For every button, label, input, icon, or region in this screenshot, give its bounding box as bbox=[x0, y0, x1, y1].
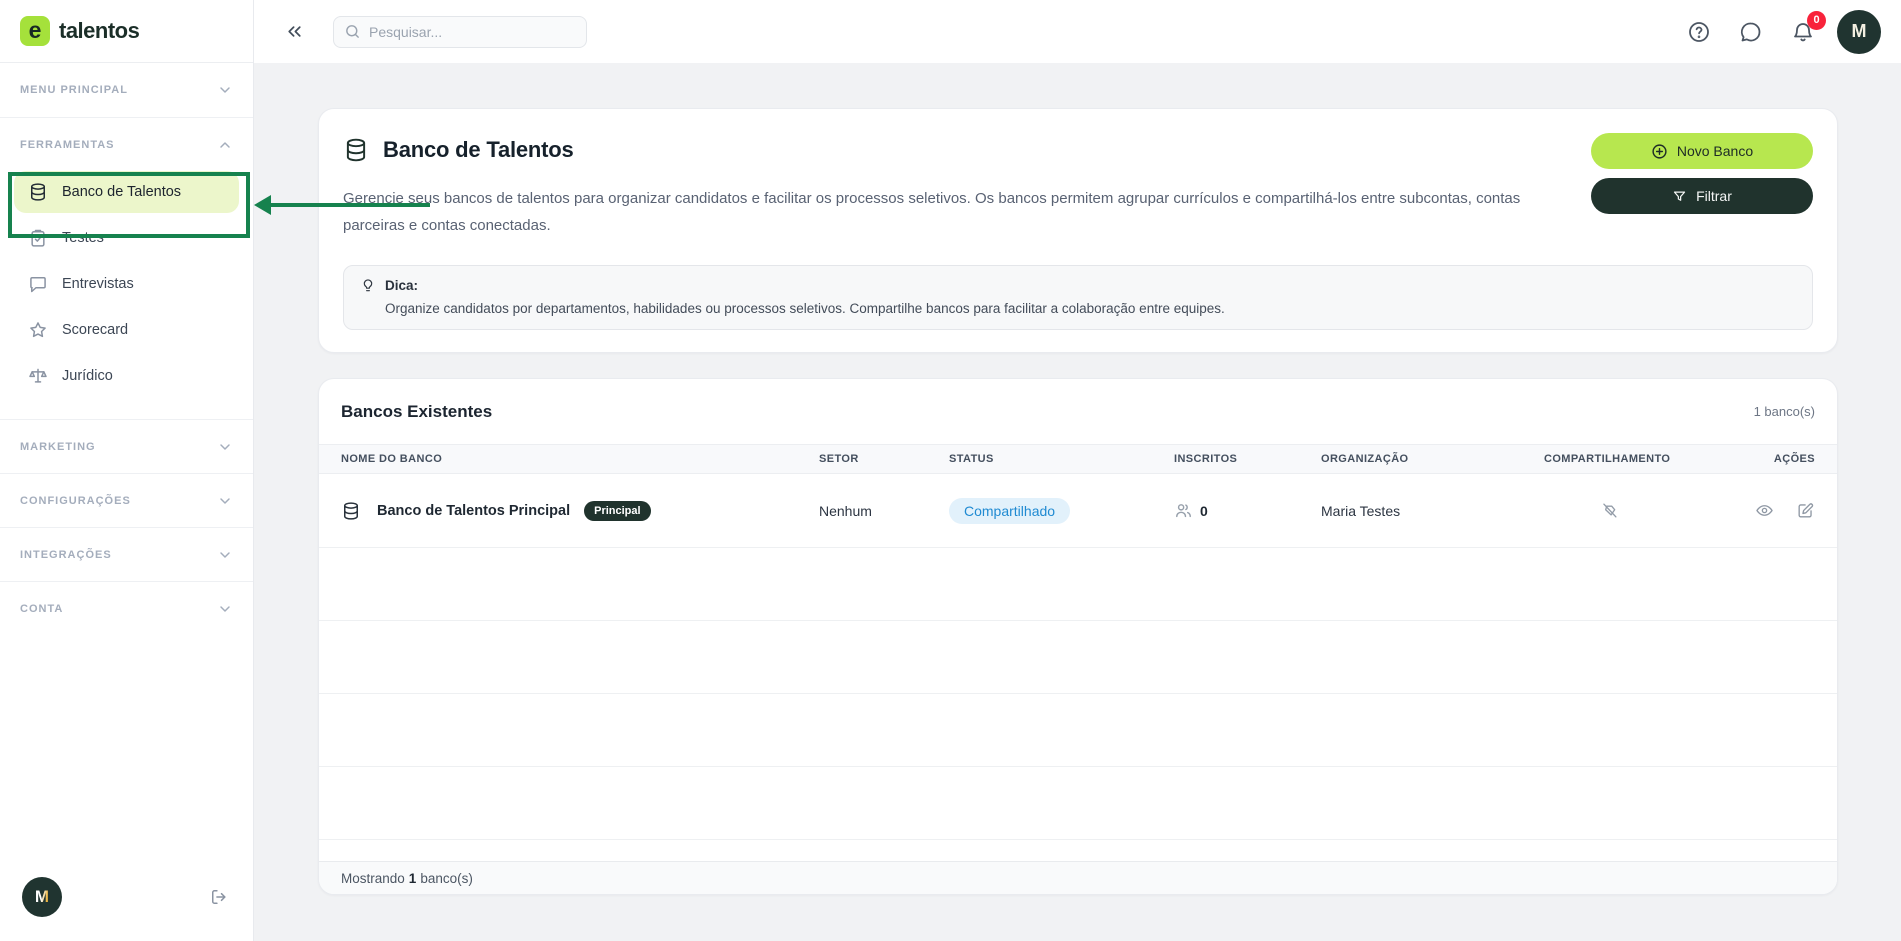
sidebar-item-label: Testes bbox=[62, 230, 104, 246]
chat-icon[interactable] bbox=[1739, 20, 1763, 44]
inscritos-count: 0 bbox=[1200, 502, 1208, 519]
table-footer: Mostrando 1 banco(s) bbox=[319, 861, 1837, 894]
tip-box: Dica: Organize candidatos por departamen… bbox=[343, 265, 1813, 330]
column-header: COMPARTILHAMENTO bbox=[1544, 453, 1671, 465]
sidebar-section-configuracoes[interactable]: CONFIGURAÇÕES bbox=[0, 473, 253, 527]
column-header: AÇÕES bbox=[1773, 453, 1815, 465]
chevron-down-icon bbox=[217, 82, 233, 98]
section-label: MENU PRINCIPAL bbox=[20, 84, 128, 96]
column-header: INSCRITOS bbox=[1174, 453, 1238, 465]
scales-icon bbox=[28, 366, 48, 386]
sidebar-item-scorecard[interactable]: Scorecard bbox=[14, 309, 239, 351]
sidebar-item-label: Banco de Talentos bbox=[62, 184, 182, 200]
sidebar-section-conta[interactable]: CONTA bbox=[0, 581, 253, 635]
chevron-up-icon bbox=[217, 137, 233, 153]
search-input[interactable] bbox=[369, 23, 576, 40]
section-label: INTEGRAÇÕES bbox=[20, 548, 112, 561]
brand-logo-icon: e bbox=[20, 16, 50, 46]
tip-text: Organize candidatos por departamentos, h… bbox=[385, 301, 1225, 316]
sidebar-item-label: Entrevistas bbox=[62, 276, 134, 292]
tip-title: Dica: bbox=[385, 277, 419, 293]
search-box bbox=[333, 15, 587, 48]
section-label: CONTA bbox=[20, 602, 64, 615]
help-icon[interactable] bbox=[1687, 20, 1711, 44]
principal-badge: Principal bbox=[584, 500, 651, 521]
bell-icon[interactable]: 0 bbox=[1791, 10, 1826, 44]
database-icon bbox=[343, 137, 369, 163]
table-row[interactable]: Banco de Talentos Principal Principal Ne… bbox=[319, 474, 1837, 548]
sidebar-item-testes[interactable]: Testes bbox=[14, 217, 239, 259]
table-empty-row bbox=[319, 548, 1837, 621]
database-icon bbox=[341, 501, 361, 521]
share-off-icon bbox=[1600, 501, 1619, 520]
lightbulb-icon bbox=[360, 277, 376, 293]
avatar-initial: M bbox=[34, 887, 50, 906]
sidebar-item-banco-de-talentos[interactable]: Banco de Talentos bbox=[14, 171, 239, 213]
avatar-initial: M bbox=[1851, 21, 1867, 41]
chat-bubble-icon bbox=[28, 274, 48, 294]
collapse-sidebar-icon[interactable] bbox=[284, 21, 305, 42]
view-icon[interactable] bbox=[1755, 501, 1774, 520]
notification-badge: 0 bbox=[1807, 10, 1826, 30]
section-label: MARKETING bbox=[20, 440, 96, 453]
sidebar-section-menu-principal[interactable]: MENU PRINCIPAL bbox=[0, 63, 253, 117]
novo-banco-button[interactable]: Novo Banco bbox=[1591, 133, 1813, 169]
footer-count: 1 bbox=[408, 870, 417, 886]
column-header: NOME DO BANCO bbox=[341, 453, 443, 465]
chevron-down-icon bbox=[217, 439, 233, 455]
table-header-row: NOME DO BANCO SETOR STATUS INSCRITOS ORG… bbox=[319, 444, 1837, 474]
page-description: Gerencie seus bancos de talentos para or… bbox=[343, 190, 1521, 234]
sidebar-item-entrevistas[interactable]: Entrevistas bbox=[14, 263, 239, 305]
page-title: Banco de Talentos bbox=[383, 137, 574, 162]
topbar: 0 M bbox=[254, 0, 1901, 63]
filter-funnel-icon bbox=[1672, 189, 1687, 204]
column-header: ORGANIZAÇÃO bbox=[1321, 453, 1409, 465]
table-count: 1 banco(s) bbox=[1753, 404, 1815, 419]
sidebar-section-marketing[interactable]: MARKETING bbox=[0, 419, 253, 473]
section-label: FERRAMENTAS bbox=[20, 138, 115, 151]
table-empty-row bbox=[319, 621, 1837, 694]
star-icon bbox=[28, 320, 48, 340]
logout-icon[interactable] bbox=[209, 887, 229, 907]
user-avatar[interactable]: M bbox=[1837, 9, 1881, 54]
chevron-down-icon bbox=[217, 547, 233, 563]
bank-name: Banco de Talentos Principal bbox=[377, 502, 571, 519]
filtrar-button[interactable]: Filtrar bbox=[1591, 178, 1813, 214]
brand-name: talentos bbox=[59, 18, 140, 43]
status-badge: Compartilhado bbox=[949, 497, 1071, 524]
edit-icon[interactable] bbox=[1796, 501, 1815, 520]
sidebar-section-ferramentas[interactable]: FERRAMENTAS bbox=[0, 117, 253, 171]
chevron-down-icon bbox=[217, 493, 233, 509]
chevron-down-icon bbox=[217, 601, 233, 617]
users-icon bbox=[1174, 501, 1193, 520]
column-header: SETOR bbox=[819, 453, 859, 465]
sidebar-section-integracoes[interactable]: INTEGRAÇÕES bbox=[0, 527, 253, 581]
brand-logo[interactable]: e talentos bbox=[0, 0, 253, 63]
column-header: STATUS bbox=[949, 453, 994, 465]
table-empty-row bbox=[319, 694, 1837, 767]
organizacao-value: Maria Testes bbox=[1321, 502, 1401, 519]
main-content: Banco de Talentos Gerencie seus bancos d… bbox=[254, 63, 1901, 941]
sidebar-item-label: Scorecard bbox=[62, 322, 129, 338]
sidebar-item-label: Jurídico bbox=[62, 368, 113, 384]
page-header-card: Banco de Talentos Gerencie seus bancos d… bbox=[318, 108, 1838, 353]
sidebar-item-juridico[interactable]: Jurídico bbox=[14, 355, 239, 397]
clipboard-check-icon bbox=[28, 228, 48, 248]
section-label: CONFIGURAÇÕES bbox=[20, 494, 131, 507]
database-icon bbox=[28, 182, 48, 202]
setor-value: Nenhum bbox=[819, 502, 872, 519]
table-title: Bancos Existentes bbox=[341, 401, 493, 421]
plus-circle-icon bbox=[1651, 143, 1668, 160]
banks-table-card: Bancos Existentes 1 banco(s) NOME DO BAN… bbox=[318, 378, 1838, 895]
search-icon bbox=[344, 23, 361, 40]
user-avatar[interactable]: M bbox=[22, 877, 62, 917]
table-empty-row bbox=[319, 767, 1837, 840]
sidebar: e talentos MENU PRINCIPAL FERRAMENTAS Ba… bbox=[0, 0, 254, 941]
